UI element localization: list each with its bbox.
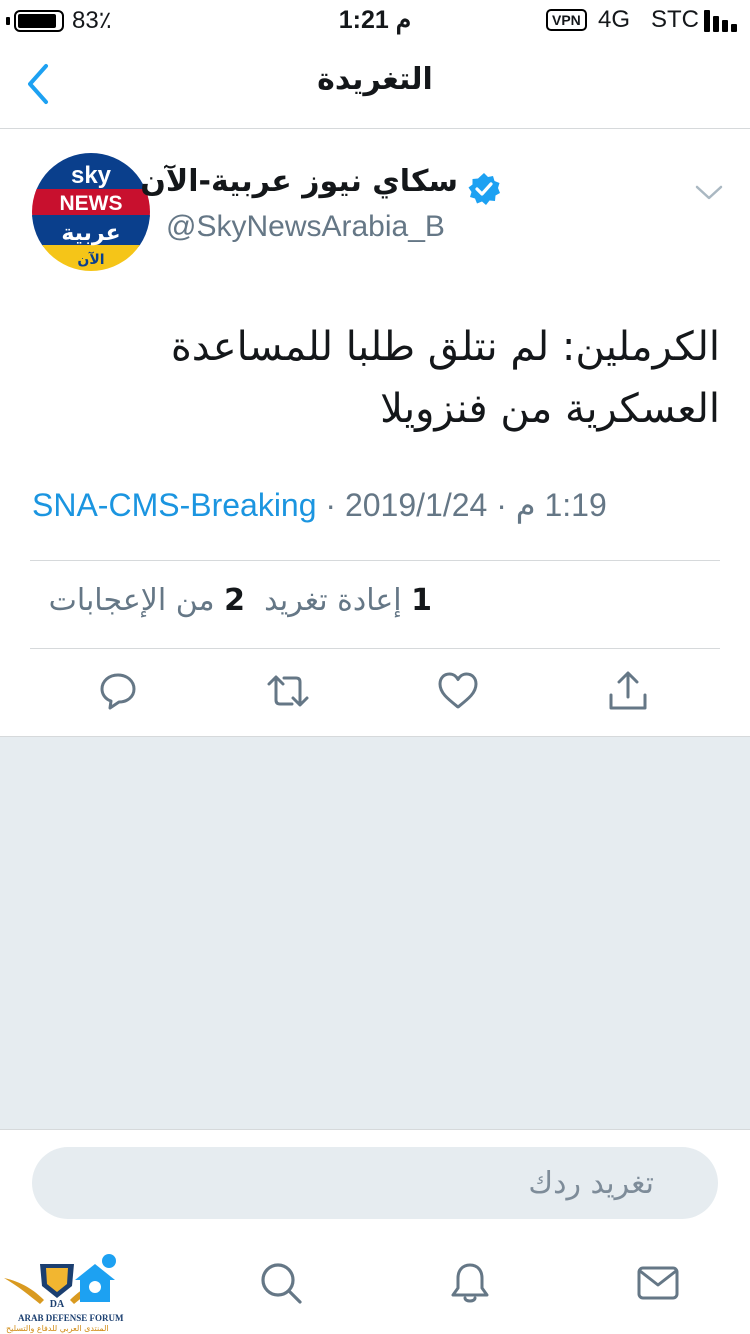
like-icon [438, 672, 478, 709]
carrier-name: STC [651, 6, 699, 33]
reply-button[interactable] [95, 668, 141, 714]
reply-input[interactable] [32, 1147, 718, 1219]
tab-notifications[interactable] [447, 1260, 493, 1306]
tweet-options-button[interactable] [693, 180, 725, 204]
retweets-label: إعادة تغريد [264, 583, 402, 618]
tweet-time: 1:19 م [515, 487, 607, 523]
status-time: 1:21 م [338, 6, 412, 34]
page-title: التغريدة [317, 62, 433, 97]
verified-badge-icon [467, 172, 501, 206]
meta-separator: · [316, 487, 345, 523]
navigation-bar: التغريدة [0, 40, 750, 129]
sky-news-arabia-logo: sky NEWS عربية الآن [32, 153, 150, 271]
svg-text:عربية: عربية [61, 221, 120, 246]
retweet-button[interactable] [265, 668, 311, 714]
meta-separator: · [487, 487, 516, 523]
retweets-count: 1 [411, 583, 432, 618]
likes-count: 2 [224, 583, 246, 618]
author-name[interactable]: سكاي نيوز عربية-الآن [140, 164, 458, 199]
share-icon [609, 671, 647, 710]
retweet-icon [267, 675, 309, 707]
tweet-meta: SNA-CMS-Breaking · 2019/1/24 · 1:19 م [32, 486, 607, 524]
reply-icon [100, 673, 136, 710]
svg-text:DA: DA [50, 1299, 65, 1310]
tweet-source-link[interactable]: SNA-CMS-Breaking [32, 487, 317, 523]
notifications-icon [451, 1263, 489, 1303]
tweet-stats: 1 إعادة تغريد 2 من الإعجابات [30, 583, 432, 618]
watermark-subtitle: المنتدى العربي للدفاع والتسليح [6, 1324, 109, 1333]
network-type: 4G [598, 6, 631, 33]
watermark-title: ARAB DEFENSE FORUM [18, 1313, 124, 1323]
status-bar: 83٪ 1:21 م VPN 4G STC [0, 0, 750, 40]
tab-search[interactable] [258, 1260, 304, 1306]
tweet-date: 2019/1/24 [344, 487, 488, 523]
tweet-text: الكرملين: لم نتلق طلبا للمساعدة العسكرية… [170, 324, 720, 432]
signal-strength-icon [704, 10, 742, 32]
likes-stat[interactable]: 2 من الإعجابات [49, 583, 245, 618]
divider [30, 560, 720, 561]
avatar[interactable]: sky NEWS عربية الآن [32, 153, 150, 271]
search-icon [261, 1263, 302, 1304]
like-button[interactable] [435, 668, 481, 714]
svg-text:NEWS: NEWS [60, 192, 123, 215]
author-handle[interactable]: @SkyNewsArabia_B [166, 210, 445, 244]
svg-text:sky: sky [71, 162, 112, 189]
messages-icon [637, 1266, 679, 1300]
tab-messages[interactable] [635, 1260, 681, 1306]
share-button[interactable] [605, 668, 651, 714]
chevron-down-icon [695, 185, 723, 200]
new-content-indicator [102, 1254, 116, 1268]
retweets-stat[interactable]: 1 إعادة تغريد [264, 583, 432, 618]
divider [30, 648, 720, 649]
likes-label: من الإعجابات [48, 583, 215, 618]
svg-text:الآن: الآن [77, 251, 104, 268]
replies-area [0, 736, 750, 1130]
vpn-badge: VPN [546, 9, 587, 31]
